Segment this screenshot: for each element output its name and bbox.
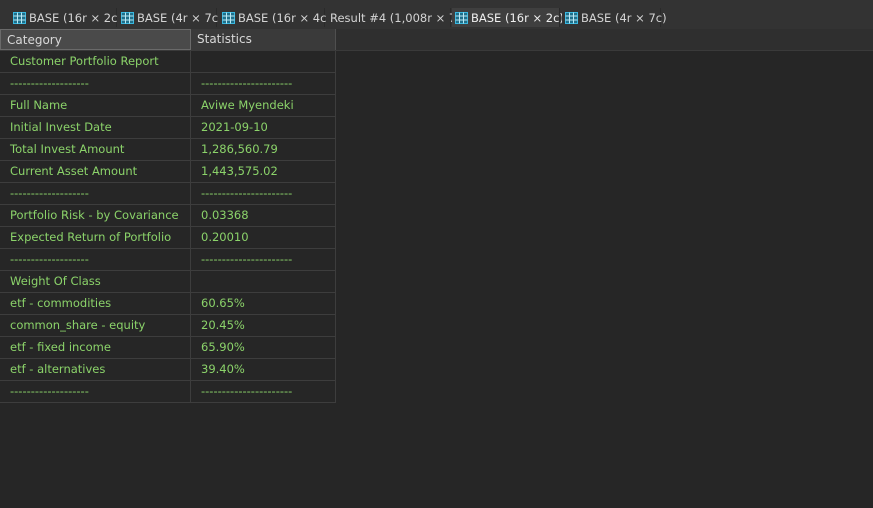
category-cell[interactable]: Current Asset Amount <box>0 161 191 182</box>
tab-label: BASE (16r × 2c) <box>471 10 564 25</box>
statistics-cell[interactable]: 0.20010 <box>191 227 336 248</box>
tab-label: Result #4 (1,008r × 7c) <box>330 10 468 25</box>
statistics-cell[interactable]: ---------------------- <box>191 73 336 94</box>
table-row[interactable]: Initial Invest Date 2021-09-10 <box>0 117 336 139</box>
table-row[interactable]: ------------------- --------------------… <box>0 73 336 95</box>
statistics-cell[interactable]: 20.45% <box>191 315 336 336</box>
category-cell[interactable]: Expected Return of Portfolio <box>0 227 191 248</box>
tab-result-4[interactable]: Result #4 (1,008r × 7c) <box>326 8 467 27</box>
tab-base-4r-7c-2[interactable]: BASE (4r × 7c) <box>562 8 667 27</box>
category-cell[interactable]: ------------------- <box>0 183 191 204</box>
table-row[interactable]: Customer Portfolio Report <box>0 51 336 73</box>
tab-label: BASE (16r × 4c) <box>238 10 331 25</box>
statistics-cell[interactable]: 1,443,575.02 <box>191 161 336 182</box>
table-row[interactable]: Full Name Aviwe Myendeki <box>0 95 336 117</box>
table-row[interactable]: Current Asset Amount 1,443,575.02 <box>0 161 336 183</box>
table-row[interactable]: Expected Return of Portfolio 0.20010 <box>0 227 336 249</box>
tab-base-4r-7c[interactable]: BASE (4r × 7c) <box>118 8 223 27</box>
statistics-cell[interactable]: 2021-09-10 <box>191 117 336 138</box>
statistics-cell[interactable]: ---------------------- <box>191 249 336 270</box>
statistics-cell[interactable]: 0.03368 <box>191 205 336 226</box>
table-row[interactable]: Portfolio Risk - by Covariance 0.03368 <box>0 205 336 227</box>
tab-base-16r-2c[interactable]: BASE (16r × 2c) <box>10 8 122 27</box>
result-tab-bar: BASE (16r × 2c) BASE (4r × 7c) BASE (16r… <box>0 0 873 30</box>
column-header-category[interactable]: Category <box>0 29 191 50</box>
grid-body: Customer Portfolio Report --------------… <box>0 51 336 403</box>
table-grid-icon <box>222 11 235 24</box>
category-cell[interactable]: etf - commodities <box>0 293 191 314</box>
table-row[interactable]: ------------------- --------------------… <box>0 183 336 205</box>
tab-base-16r-2c-active[interactable]: BASE (16r × 2c) <box>452 8 564 27</box>
category-cell[interactable]: ------------------- <box>0 73 191 94</box>
table-row[interactable]: etf - alternatives 39.40% <box>0 359 336 381</box>
category-cell[interactable]: common_share - equity <box>0 315 191 336</box>
tab-label: BASE (4r × 7c) <box>581 10 667 25</box>
tab-label: BASE (4r × 7c) <box>137 10 223 25</box>
statistics-cell[interactable]: 65.90% <box>191 337 336 358</box>
column-header-statistics[interactable]: Statistics <box>191 29 336 50</box>
statistics-cell[interactable] <box>191 51 336 72</box>
statistics-cell[interactable]: ---------------------- <box>191 381 336 402</box>
statistics-cell[interactable]: 60.65% <box>191 293 336 314</box>
category-cell[interactable]: Total Invest Amount <box>0 139 191 160</box>
category-cell[interactable]: Portfolio Risk - by Covariance <box>0 205 191 226</box>
tab-label: BASE (16r × 2c) <box>29 10 122 25</box>
category-cell[interactable]: ------------------- <box>0 249 191 270</box>
statistics-cell[interactable]: 39.40% <box>191 359 336 380</box>
table-row[interactable]: etf - commodities 60.65% <box>0 293 336 315</box>
table-grid-icon <box>455 11 468 24</box>
statistics-cell[interactable] <box>191 271 336 292</box>
tab-base-16r-4c[interactable]: BASE (16r × 4c) <box>219 8 331 27</box>
category-cell[interactable]: ------------------- <box>0 381 191 402</box>
category-cell[interactable]: Full Name <box>0 95 191 116</box>
category-cell[interactable]: Weight Of Class <box>0 271 191 292</box>
statistics-cell[interactable]: ---------------------- <box>191 183 336 204</box>
category-cell[interactable]: etf - alternatives <box>0 359 191 380</box>
category-cell[interactable]: Customer Portfolio Report <box>0 51 191 72</box>
table-row[interactable]: Weight Of Class <box>0 271 336 293</box>
category-cell[interactable]: etf - fixed income <box>0 337 191 358</box>
table-row[interactable]: etf - fixed income 65.90% <box>0 337 336 359</box>
table-grid-icon <box>13 11 26 24</box>
statistics-cell[interactable]: Aviwe Myendeki <box>191 95 336 116</box>
category-cell[interactable]: Initial Invest Date <box>0 117 191 138</box>
statistics-cell[interactable]: 1,286,560.79 <box>191 139 336 160</box>
table-row[interactable]: ------------------- --------------------… <box>0 249 336 271</box>
table-row[interactable]: common_share - equity 20.45% <box>0 315 336 337</box>
table-grid-icon <box>121 11 134 24</box>
table-grid-icon <box>565 11 578 24</box>
table-row[interactable]: ------------------- --------------------… <box>0 381 336 403</box>
table-row[interactable]: Total Invest Amount 1,286,560.79 <box>0 139 336 161</box>
column-header-row: Category Statistics <box>0 29 873 51</box>
